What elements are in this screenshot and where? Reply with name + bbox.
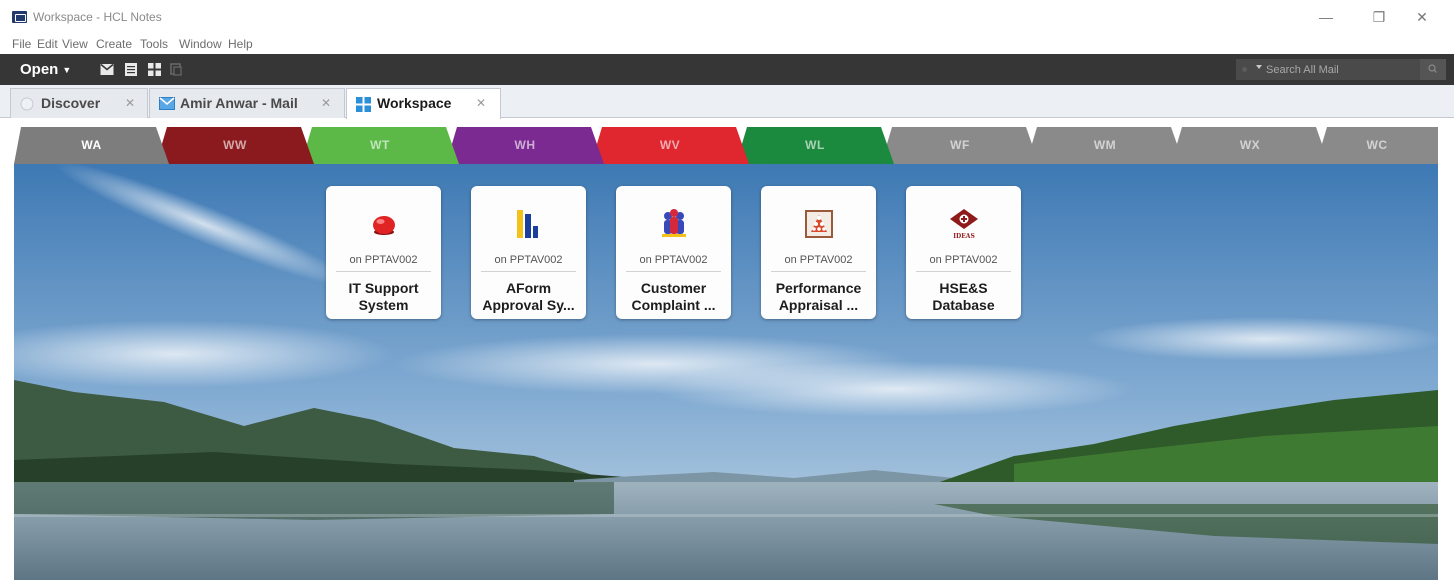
search-scope-dropdown[interactable] [1256, 65, 1262, 69]
toolbar: Open ▼ [0, 54, 1454, 85]
tab-workspace[interactable]: Workspace ✕ [346, 88, 501, 119]
notes-app-icon [12, 11, 27, 23]
open-button[interactable]: Open ▼ [10, 54, 90, 85]
ws-tab-label: WA [81, 138, 102, 152]
tab-discover[interactable]: Discover ✕ [10, 88, 148, 118]
window-title: Workspace - HCL Notes [33, 10, 162, 24]
close-button[interactable]: ✕ [1408, 7, 1436, 27]
discover-icon [20, 97, 34, 111]
workspace-icon[interactable] [148, 63, 161, 76]
tab-mail[interactable]: Amir Anwar - Mail ✕ [149, 88, 345, 118]
mail-icon[interactable] [100, 63, 114, 76]
ideas-logo-text: IDEAS [953, 233, 975, 240]
calendar-icon[interactable] [125, 63, 137, 76]
maximize-button[interactable]: ❐ [1365, 7, 1393, 27]
minimize-button[interactable]: — [1312, 7, 1340, 27]
ws-tab-ww[interactable]: WW [156, 127, 314, 164]
menu-help[interactable]: Help [228, 37, 253, 51]
ws-tab-label: WM [1093, 138, 1117, 152]
document-tab-strip: Discover ✕ Amir Anwar - Mail ✕ Workspace… [0, 85, 1454, 119]
tile-server-label: on PPTAV002 [929, 254, 998, 266]
close-tab-icon[interactable]: ✕ [476, 89, 486, 118]
chevron-down-icon: ▼ [62, 64, 72, 75]
tab-discover-label: Discover [41, 95, 101, 111]
menu-file[interactable]: File [12, 37, 31, 51]
close-tab-icon[interactable]: ✕ [321, 89, 331, 118]
tile-title: Customer Complaint ... [631, 280, 716, 313]
tile-divider [626, 271, 721, 272]
title-bar: Workspace - HCL Notes — ❐ ✕ [0, 0, 1454, 36]
ws-tab-label: WC [1366, 138, 1388, 152]
search-input[interactable] [1266, 59, 1416, 80]
ws-tab-wt[interactable]: WT [301, 127, 459, 164]
app-tile-aform-approval[interactable]: on PPTAV002 AForm Approval Sy... [471, 186, 586, 319]
menu-tools[interactable]: Tools [140, 37, 168, 51]
ws-tab-label: WT [370, 138, 390, 152]
menu-view[interactable]: View [62, 37, 88, 51]
search-icon [1428, 64, 1437, 73]
ws-tab-label: WF [950, 138, 970, 152]
replicator-icon[interactable] [170, 63, 182, 76]
ws-tab-wm[interactable]: WM [1026, 127, 1184, 164]
appraisal-pyramid-icon [805, 210, 833, 238]
app-tile-performance-appraisal[interactable]: on PPTAV002 Performance Appraisal ... [761, 186, 876, 319]
tile-divider [336, 271, 431, 272]
workspace-page-tabs: WA WW WT WH WV WL WF WM WX WC [14, 127, 1438, 164]
ws-tab-wh[interactable]: WH [446, 127, 604, 164]
open-button-label: Open [20, 61, 59, 78]
app-tile-customer-complaint[interactable]: on PPTAV002 Customer Complaint ... [616, 186, 731, 319]
mail-icon [159, 97, 175, 110]
menu-create[interactable]: Create [96, 37, 132, 51]
people-group-icon [662, 209, 686, 237]
tab-mail-label: Amir Anwar - Mail [180, 95, 298, 111]
ws-tab-wa[interactable]: WA [14, 127, 169, 164]
tile-server-label: on PPTAV002 [349, 254, 418, 266]
bar-chart-icon [517, 210, 538, 238]
tile-title: IT Support System [348, 280, 419, 313]
ws-tab-wl[interactable]: WL [736, 127, 894, 164]
tile-title: HSE&S Database [932, 280, 995, 313]
ws-tab-label: WW [223, 138, 247, 152]
ws-tab-wv[interactable]: WV [591, 127, 749, 164]
app-window: Workspace - HCL Notes — ❐ ✕ File Edit Vi… [0, 0, 1454, 580]
ws-tab-wf[interactable]: WF [881, 127, 1039, 164]
ws-tab-label: WV [659, 138, 681, 152]
tile-divider [481, 271, 576, 272]
ws-tab-wc[interactable]: WC [1316, 127, 1438, 164]
tile-title: AForm Approval Sy... [482, 280, 575, 313]
search-button[interactable] [1420, 59, 1446, 80]
search-scope-icon [1242, 67, 1247, 72]
ws-tab-label: WH [514, 138, 536, 152]
tile-server-label: on PPTAV002 [494, 254, 563, 266]
tile-divider [771, 271, 866, 272]
red-button-icon [373, 216, 395, 235]
ws-tab-label: WX [1239, 138, 1261, 152]
search-box[interactable] [1236, 59, 1446, 80]
close-tab-icon[interactable]: ✕ [125, 89, 135, 118]
tile-server-label: on PPTAV002 [639, 254, 708, 266]
menu-edit[interactable]: Edit [37, 37, 58, 51]
ideas-logo-icon: IDEAS [950, 209, 978, 240]
app-tile-it-support[interactable]: on PPTAV002 IT Support System [326, 186, 441, 319]
tile-divider [916, 271, 1011, 272]
menu-window[interactable]: Window [179, 37, 222, 51]
menu-bar: File Edit View Create Tools Window Help [0, 34, 1454, 54]
workspace-icon [356, 97, 371, 112]
tile-server-label: on PPTAV002 [784, 254, 853, 266]
tile-title: Performance Appraisal ... [775, 280, 862, 313]
ws-tab-label: WL [805, 138, 825, 152]
app-tile-hses-database[interactable]: IDEAS on PPTAV002 HSE&S Database [906, 186, 1021, 319]
ws-tab-wx[interactable]: WX [1171, 127, 1329, 164]
tab-workspace-label: Workspace [377, 95, 452, 111]
